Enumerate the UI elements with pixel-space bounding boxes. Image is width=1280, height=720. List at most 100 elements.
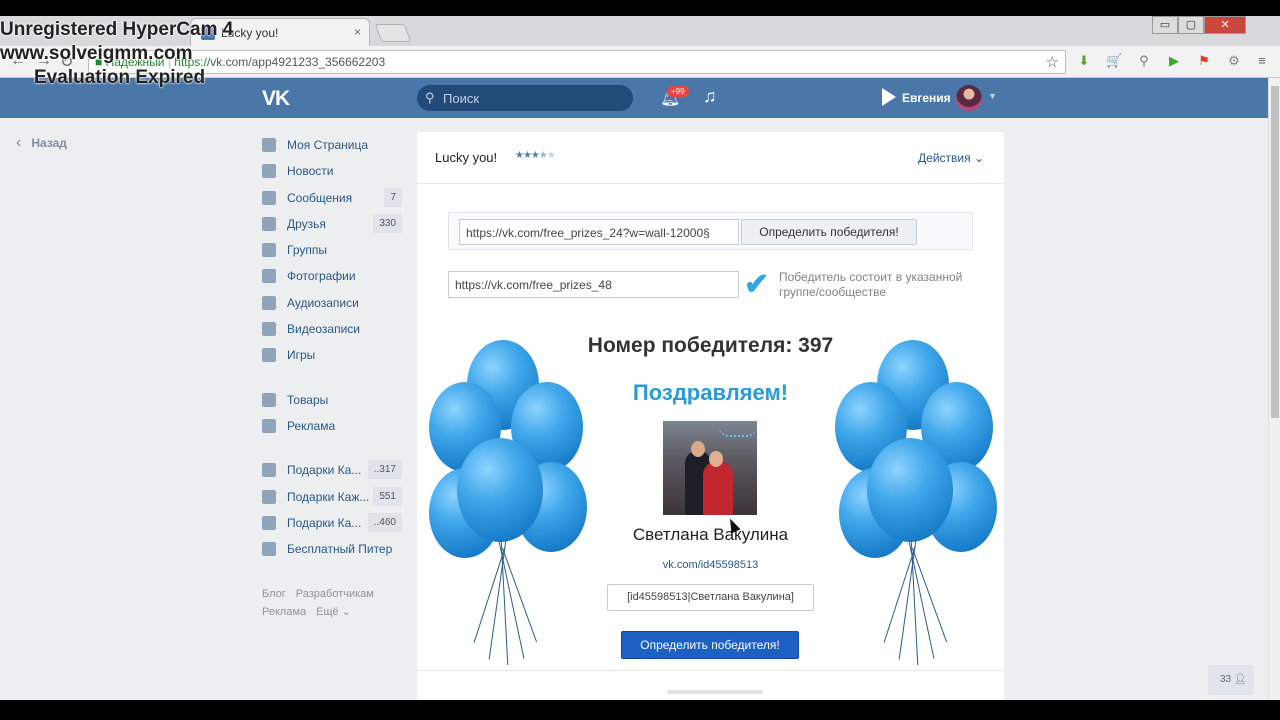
letterbox-bottom xyxy=(0,700,1280,720)
sidebar-item-friends[interactable]: Друзья 330 xyxy=(260,211,402,237)
search-input[interactable]: ⚲ Поиск xyxy=(417,85,633,111)
sidebar-item-news[interactable]: Новости xyxy=(260,158,402,184)
camera-icon xyxy=(262,269,276,284)
chat-widget-button[interactable]: 33 👤︎ xyxy=(1208,665,1254,695)
watermark-line-3: Evaluation Expired xyxy=(34,67,206,88)
footer-link-developers[interactable]: Разработчикам xyxy=(296,588,374,600)
inner-scroll-thumb[interactable] xyxy=(667,690,763,694)
photo-figure-woman xyxy=(703,461,733,515)
chevron-left-icon: ‹ xyxy=(16,134,22,151)
group-url-input[interactable]: https://vk.com/free_prizes_48 xyxy=(448,271,739,298)
sidebar-item-label: Подарки Ка... xyxy=(287,463,362,478)
sidebar-item-group-1[interactable]: Подарки Ка... ..317 xyxy=(260,457,402,483)
news-icon xyxy=(262,164,276,179)
restore-button[interactable]: ▢ xyxy=(1178,16,1204,34)
sidebar-item-label: Моя Страница xyxy=(287,138,369,152)
video-icon xyxy=(262,322,276,337)
home-icon xyxy=(262,138,276,152)
sidebar-item-group-3[interactable]: Подарки Ка... ..460 xyxy=(260,510,402,536)
sidebar-item-audio[interactable]: Аудиозаписи xyxy=(260,290,402,316)
sidebar-item-games[interactable]: Игры xyxy=(260,342,402,368)
sidebar-item-group-4[interactable]: Бесплатный Питер xyxy=(260,536,402,562)
person-icon: 👤︎ xyxy=(1233,674,1247,685)
close-window-button[interactable]: ✕ xyxy=(1204,16,1246,34)
download-extension-icon[interactable]: ⬇ xyxy=(1076,53,1092,69)
sidebar-item-label: Видеозаписи xyxy=(287,322,361,337)
vk-logo[interactable]: VK xyxy=(262,87,290,111)
music-note-icon[interactable]: ♫ xyxy=(703,86,717,107)
play-extension-icon[interactable]: ▶ xyxy=(1166,53,1182,69)
url-input[interactable]: ■ Надежный | https://vk.com/app4921233_3… xyxy=(88,50,1066,74)
letterbox-top xyxy=(0,0,1280,16)
search-extension-icon[interactable]: ⚲ xyxy=(1136,53,1152,69)
screen: Lucky you! × ▭ ▢ ✕ ← → ↻ ■ Надежный | ht… xyxy=(0,0,1280,720)
back-link[interactable]: ‹ Назад xyxy=(16,134,67,152)
search-placeholder: Поиск xyxy=(443,91,480,106)
bookmark-star-icon[interactable]: ☆ xyxy=(1046,53,1059,71)
balloons-left-decoration xyxy=(429,340,591,670)
notifications-badge: +99 xyxy=(667,86,689,97)
count-badge: 551 xyxy=(373,486,402,506)
sidebar-item-my-page[interactable]: Моя Страница xyxy=(260,132,402,158)
divider xyxy=(417,670,1004,671)
tab-close-icon[interactable]: × xyxy=(354,25,361,39)
actions-dropdown[interactable]: Действия ⌄ xyxy=(918,151,984,165)
footer-link-more[interactable]: Ещё ⌄ xyxy=(316,606,351,618)
sidebar-item-label: Сообщения xyxy=(287,190,353,205)
sidebar-item-label: Аудиозаписи xyxy=(287,295,359,310)
app-header: Lucky you! ★★★★★ Действия ⌄ xyxy=(417,132,1004,184)
sidebar-item-label: Фотографии xyxy=(287,269,356,284)
post-url-input[interactable]: https://vk.com/free_prizes_24?w=wall-120… xyxy=(459,219,739,245)
friends-icon xyxy=(262,216,276,231)
sidebar-item-ads[interactable]: Реклама xyxy=(260,413,402,439)
sidebar-item-video[interactable]: Видеозаписи xyxy=(260,316,402,342)
sidebar-item-goods[interactable]: Товары xyxy=(260,387,402,413)
chat-count: 33 xyxy=(1220,674,1232,685)
groups-icon xyxy=(262,243,276,258)
winner-photo[interactable] xyxy=(663,421,757,515)
sidebar-item-group-2[interactable]: Подарки Каж... 551 xyxy=(260,484,402,510)
cart-extension-icon[interactable]: 🛒 xyxy=(1106,53,1122,69)
flag-extension-icon[interactable]: ⚑ xyxy=(1196,53,1212,69)
checkmark-icon[interactable]: ✔ xyxy=(744,270,769,300)
sidebar-item-photos[interactable]: Фотографии xyxy=(260,263,402,289)
footer-link-blog[interactable]: Блог xyxy=(262,588,286,600)
count-badge: 330 xyxy=(373,213,402,233)
left-sidebar: Моя Страница Новости Сообщения 7 Друзья 33… xyxy=(260,132,402,562)
user-name[interactable]: Евгения xyxy=(902,91,951,105)
avatar[interactable] xyxy=(956,85,982,111)
balloon xyxy=(457,438,543,542)
sidebar-item-label: Новости xyxy=(287,164,334,179)
menu-icon[interactable]: ≡ xyxy=(1254,53,1270,69)
count-badge: 7 xyxy=(384,187,402,207)
footer-link-ads[interactable]: Реклама xyxy=(262,606,306,618)
scrollbar-thumb[interactable] xyxy=(1271,86,1279,418)
sidebar-item-label: Реклама xyxy=(287,418,336,433)
garland-decoration xyxy=(718,425,757,437)
balloon xyxy=(867,438,953,542)
count-badge: ..460 xyxy=(367,512,402,532)
sidebar-item-groups[interactable]: Группы xyxy=(260,237,402,263)
sidebar-item-label: Бесплатный Питер xyxy=(287,542,393,557)
sidebar-item-label: Товары xyxy=(287,392,329,407)
bag-icon xyxy=(262,392,276,407)
messages-icon xyxy=(262,190,276,205)
sidebar-item-messages[interactable]: Сообщения 7 xyxy=(260,185,402,211)
winner-mention-field[interactable]: [id45598513|Светлана Вакулина] xyxy=(607,584,814,611)
determine-winner-button[interactable]: Определить победителя! xyxy=(741,219,917,245)
rating-stars: ★★★★★ xyxy=(515,150,556,161)
url-text: vk.com/app4921233_356662203 xyxy=(210,55,386,69)
page-scrollbar[interactable] xyxy=(1268,78,1280,700)
divider xyxy=(260,369,402,387)
megaphone-icon xyxy=(262,418,276,433)
sidebar-item-label: Подарки Каж... xyxy=(287,489,370,504)
settings-extension-icon[interactable]: ⚙ xyxy=(1226,53,1242,69)
app-title[interactable]: Lucky you! xyxy=(435,150,497,165)
sidebar-footer-links: Блог Разработчикам Реклама Ещё ⌄ xyxy=(262,585,384,621)
group-icon xyxy=(262,542,276,557)
chevron-down-icon[interactable]: ▼ xyxy=(988,91,997,101)
minimize-button[interactable]: ▭ xyxy=(1152,16,1178,34)
determine-winner-primary-button[interactable]: Определить победителя! xyxy=(621,631,799,659)
new-tab-button[interactable] xyxy=(374,24,412,42)
player-play-icon[interactable] xyxy=(882,88,896,106)
